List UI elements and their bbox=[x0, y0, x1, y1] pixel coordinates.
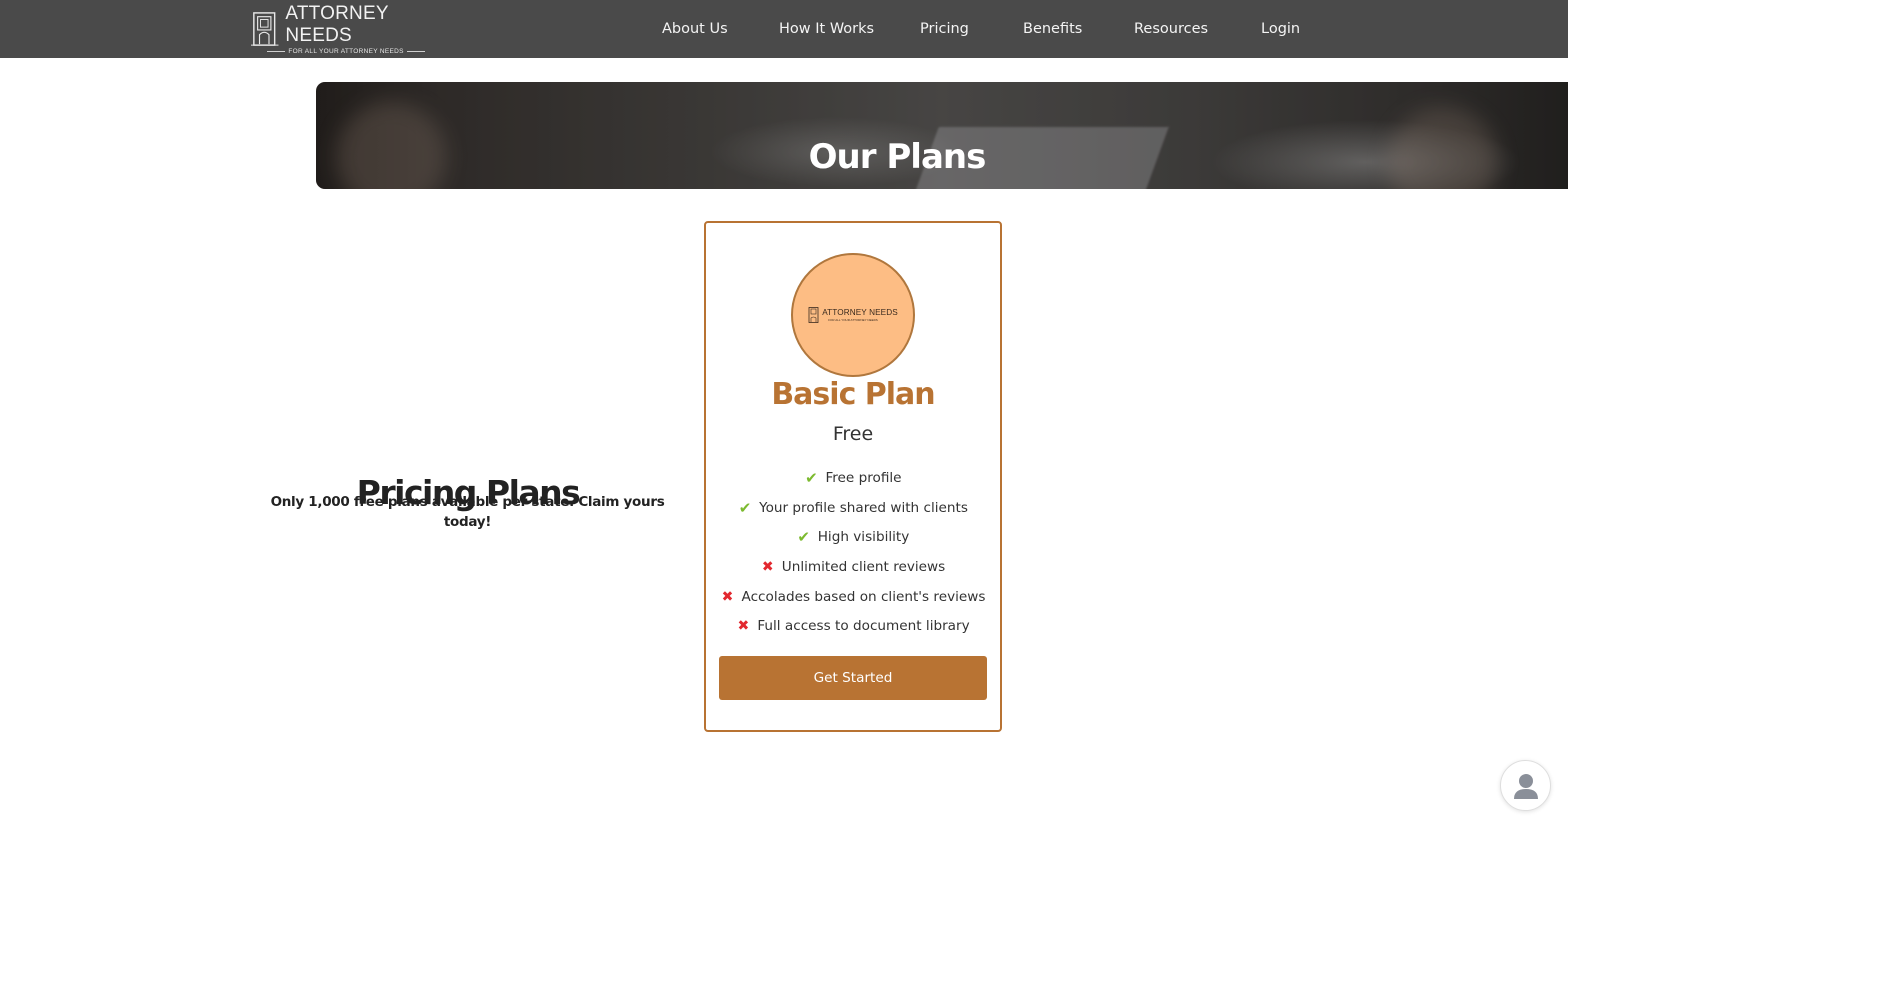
check-icon: ✔ bbox=[738, 498, 752, 517]
feature-label: Your profile shared with clients bbox=[759, 499, 968, 516]
top-navbar: ATTORNEY NEEDS FOR ALL YOUR ATTORNEY NEE… bbox=[0, 0, 1568, 58]
feature-label: Unlimited client reviews bbox=[781, 558, 946, 575]
x-icon: ✖ bbox=[737, 618, 750, 635]
feature-label: High visibility bbox=[817, 529, 910, 546]
plan-name: Basic Plan bbox=[771, 377, 935, 412]
nav-how-it-works[interactable]: How It Works bbox=[779, 19, 874, 39]
badge-logo: ATTORNEY NEEDS FOR ALL YOUR ATTORNEY NEE… bbox=[808, 307, 898, 323]
nav-about-us[interactable]: About Us bbox=[662, 19, 728, 39]
feature-label: Accolades based on client's reviews bbox=[741, 588, 986, 605]
check-icon: ✔ bbox=[797, 528, 810, 547]
x-icon: ✖ bbox=[761, 558, 774, 575]
page-title: Our Plans bbox=[808, 136, 987, 177]
x-icon: ✖ bbox=[721, 588, 734, 605]
nav-login[interactable]: Login bbox=[1261, 19, 1300, 39]
pricing-subheading: Only 1,000 free plans available per stat… bbox=[270, 494, 665, 530]
logo-rule-right bbox=[406, 50, 425, 52]
door-logo-icon bbox=[251, 12, 279, 46]
user-avatar-icon bbox=[1513, 773, 1538, 799]
plan-feature-list: ✔ Free profile ✔ Your profile shared wit… bbox=[706, 463, 1000, 641]
logo-title: ATTORNEY NEEDS bbox=[285, 2, 389, 46]
check-icon: ✔ bbox=[805, 468, 818, 487]
get-started-button[interactable]: Get Started bbox=[719, 656, 987, 700]
nav-pricing[interactable]: Pricing bbox=[920, 19, 969, 39]
site-logo[interactable]: ATTORNEY NEEDS FOR ALL YOUR ATTORNEY NEE… bbox=[251, 3, 451, 55]
feature-item: ✖ Unlimited client reviews bbox=[706, 552, 1000, 582]
hero-banner: Our Plans bbox=[316, 82, 1568, 189]
logo-rule-left bbox=[267, 50, 286, 52]
feature-item: ✔ Your profile shared with clients bbox=[706, 493, 1000, 523]
feature-label: Full access to document library bbox=[757, 618, 970, 635]
plan-card-basic: ATTORNEY NEEDS FOR ALL YOUR ATTORNEY NEE… bbox=[704, 221, 1002, 732]
nav-resources[interactable]: Resources bbox=[1134, 19, 1208, 39]
badge-title: ATTORNEY NEEDS bbox=[822, 307, 898, 317]
plan-badge: ATTORNEY NEEDS FOR ALL YOUR ATTORNEY NEE… bbox=[791, 253, 915, 377]
chat-widget-button[interactable] bbox=[1500, 760, 1551, 811]
nav-benefits[interactable]: Benefits bbox=[1023, 19, 1082, 39]
feature-item: ✖ Accolades based on client's reviews bbox=[706, 582, 1000, 612]
feature-label: Free profile bbox=[825, 469, 902, 486]
feature-item: ✔ Free profile bbox=[706, 463, 1000, 493]
feature-item: ✔ High visibility bbox=[706, 522, 1000, 552]
plan-price: Free bbox=[832, 423, 874, 445]
logo-tagline: FOR ALL YOUR ATTORNEY NEEDS bbox=[288, 47, 404, 55]
badge-tagline: FOR ALL YOUR ATTORNEY NEEDS bbox=[828, 317, 878, 322]
door-logo-icon bbox=[808, 307, 819, 323]
feature-item: ✖ Full access to document library bbox=[706, 611, 1000, 641]
